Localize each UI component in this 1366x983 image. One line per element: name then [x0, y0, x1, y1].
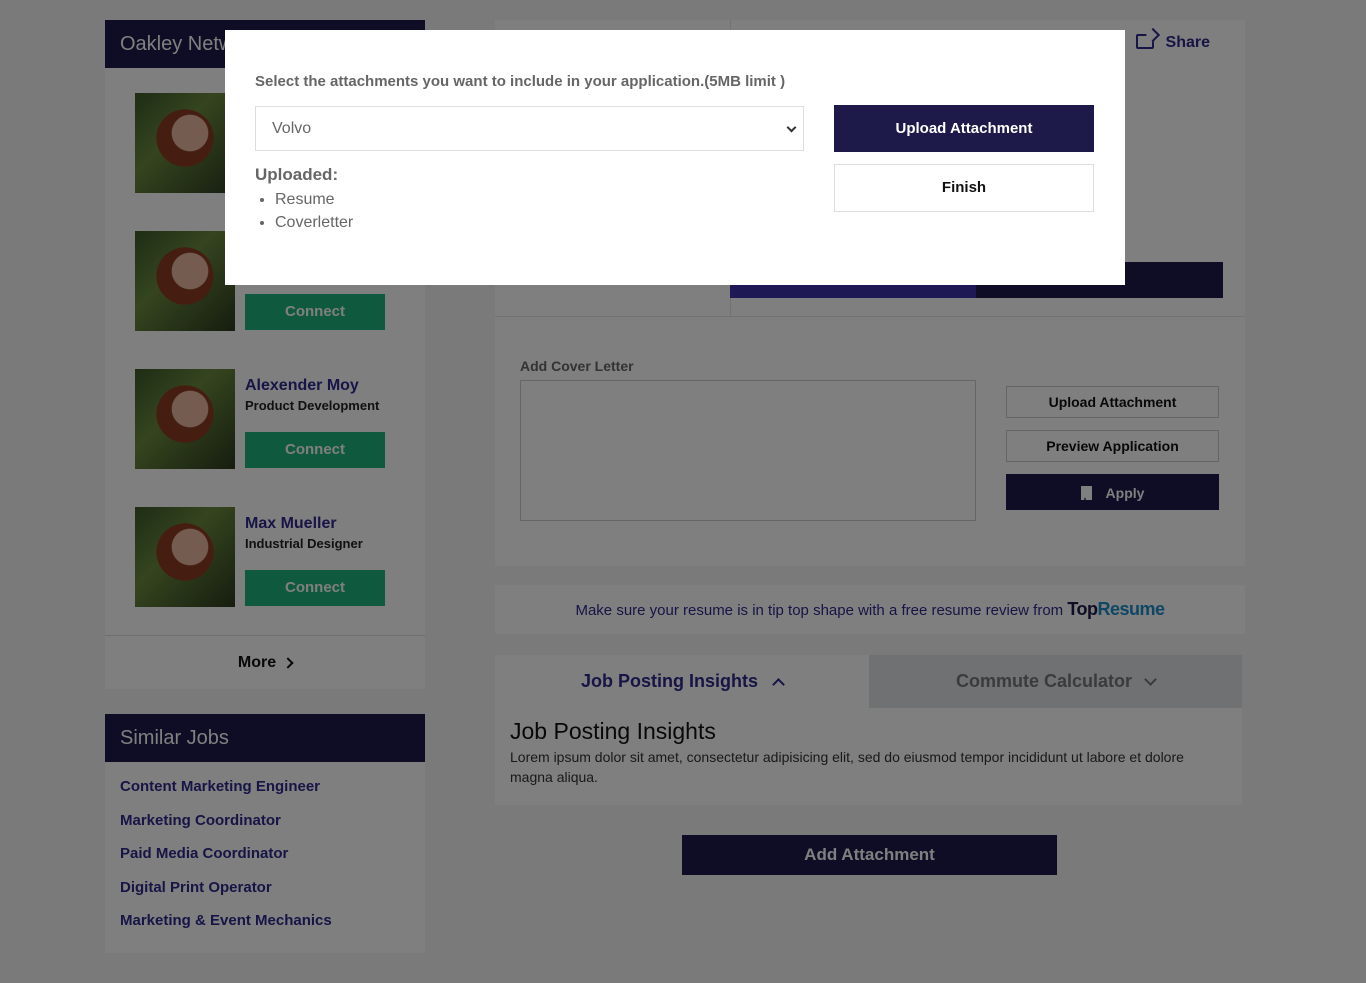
attachment-select[interactable]: Volvo: [255, 106, 804, 151]
finish-button[interactable]: Finish: [834, 164, 1094, 212]
attachments-modal: Select the attachments you want to inclu…: [225, 30, 1125, 285]
chevron-down-icon: [786, 122, 797, 133]
uploaded-list: Resume Coverletter: [275, 188, 353, 234]
select-value: Volvo: [272, 120, 312, 137]
uploaded-item: Resume: [275, 188, 353, 211]
modal-instruction: Select the attachments you want to inclu…: [255, 73, 786, 90]
modal-upload-attachment-button[interactable]: Upload Attachment: [834, 105, 1094, 152]
uploaded-label: Uploaded:: [255, 165, 339, 184]
uploaded-item: Coverletter: [275, 211, 353, 234]
